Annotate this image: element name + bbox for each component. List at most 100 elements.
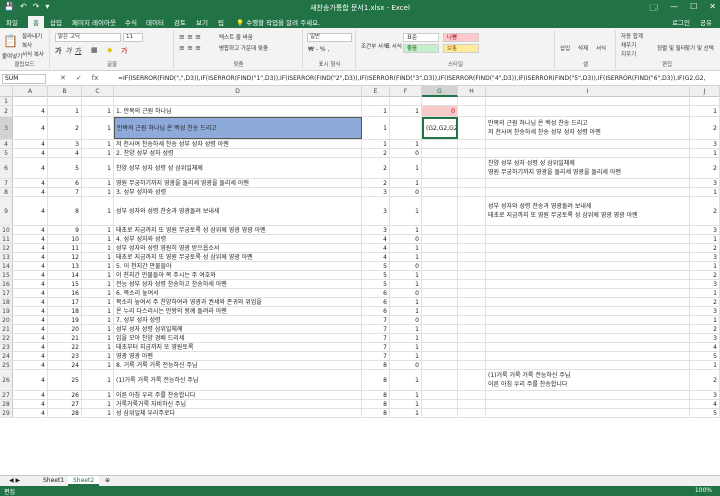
cell-d24[interactable]: 영광 영광 아멘: [114, 352, 362, 360]
cell-h22[interactable]: [458, 334, 486, 342]
cell-f29[interactable]: 1: [390, 409, 422, 417]
cell-e25[interactable]: 8: [362, 361, 390, 369]
tab-file[interactable]: 파일: [6, 17, 18, 27]
cell-f13[interactable]: 1: [390, 253, 422, 261]
ribbon-display-icon[interactable]: 🗔: [649, 2, 658, 16]
cell-h24[interactable]: [458, 352, 486, 360]
cell-d23[interactable]: 태초부터 지금까지 또 영원토록: [114, 343, 362, 351]
row-header[interactable]: 11: [0, 235, 13, 243]
cell-b5[interactable]: 4: [48, 149, 82, 157]
select-all-corner[interactable]: [0, 86, 13, 97]
cell-j13[interactable]: 3: [690, 253, 720, 261]
cell-d17[interactable]: 6. 목소리 높여서: [114, 289, 362, 297]
cell-e5[interactable]: 2: [362, 149, 390, 157]
cell-i11[interactable]: [486, 235, 690, 243]
cell-h28[interactable]: [458, 400, 486, 408]
currency-icon[interactable]: ₩ - % ,: [308, 46, 329, 53]
cell-g11[interactable]: [422, 235, 458, 243]
cell-i6[interactable]: 찬양 성부 성자 성령 성 삼위일체께 영원 무궁하기까지 영광을 돌리세 영광…: [486, 158, 690, 178]
cell-e6[interactable]: 2: [362, 158, 390, 178]
cell-f22[interactable]: 1: [390, 334, 422, 342]
cell-f2[interactable]: 1: [390, 106, 422, 116]
cell-f3[interactable]: [390, 117, 422, 139]
cell-c3[interactable]: 1: [82, 117, 114, 139]
close-button[interactable]: ✕: [709, 2, 716, 16]
row-header[interactable]: 7: [0, 179, 13, 187]
cell-i4[interactable]: [486, 140, 690, 148]
cell-e12[interactable]: 4: [362, 244, 390, 252]
cell-a12[interactable]: 4: [13, 244, 48, 252]
cell-j9[interactable]: 2: [690, 197, 720, 225]
cell-c25[interactable]: 1: [82, 361, 114, 369]
cell-d27[interactable]: 이른 아침 우리 주를 찬송합니다: [114, 391, 362, 399]
cell-i25[interactable]: [486, 361, 690, 369]
row-header[interactable]: 4: [0, 140, 13, 148]
cell-i7[interactable]: [486, 179, 690, 187]
style-neutral[interactable]: 보통: [443, 44, 479, 53]
cell-a23[interactable]: 4: [13, 343, 48, 351]
cell-e7[interactable]: 2: [362, 179, 390, 187]
cell-g1[interactable]: [422, 97, 458, 105]
cell-f16[interactable]: 1: [390, 280, 422, 288]
column-header-d[interactable]: D: [114, 86, 362, 97]
cell-h26[interactable]: [458, 370, 486, 390]
cell-d14[interactable]: 5. 이 천지간 만물들아: [114, 262, 362, 270]
border-icon[interactable]: ▦: [91, 46, 98, 54]
merge-center-button[interactable]: 병합하고 가운데 맞춤: [219, 44, 268, 52]
cell-f18[interactable]: 1: [390, 298, 422, 306]
cell-a22[interactable]: 4: [13, 334, 48, 342]
cell-a14[interactable]: 4: [13, 262, 48, 270]
cell-b20[interactable]: 19: [48, 316, 82, 324]
cell-d22[interactable]: 입을 모아 찬양 경배 드리세: [114, 334, 362, 342]
cell-b22[interactable]: 21: [48, 334, 82, 342]
tell-me-search[interactable]: 💡 수행할 작업을 알려 주세요.: [236, 17, 320, 27]
cell-e10[interactable]: 3: [362, 226, 390, 234]
cell-g2[interactable]: 0: [422, 106, 458, 116]
cell-h4[interactable]: [458, 140, 486, 148]
cell-b12[interactable]: 11: [48, 244, 82, 252]
cell-f20[interactable]: 0: [390, 316, 422, 324]
tab-tips[interactable]: 팁: [218, 17, 224, 27]
cell-c15[interactable]: 1: [82, 271, 114, 279]
cell-d28[interactable]: 거룩거룩거룩 자비하신 주님: [114, 400, 362, 408]
cell-e17[interactable]: 6: [362, 289, 390, 297]
cell-d4[interactable]: 저 천사여 찬송하세 찬송 성부 성자 성령 아멘: [114, 140, 362, 148]
cell-h16[interactable]: [458, 280, 486, 288]
cell-h10[interactable]: [458, 226, 486, 234]
cell-a3[interactable]: 4: [13, 117, 48, 139]
cell-j18[interactable]: 2: [690, 298, 720, 306]
cell-g16[interactable]: [422, 280, 458, 288]
cell-d13[interactable]: 태초로 지금까지 또 영원 무궁토록 성 삼위께 영광 아멘: [114, 253, 362, 261]
cell-h14[interactable]: [458, 262, 486, 270]
cell-a7[interactable]: 4: [13, 179, 48, 187]
worksheet-grid[interactable]: 1 2 4 1 1 1. 만복의 근원 하나님 1 1 0 1 3 4 2 1 만복의 근원 하나님 온 백…: [0, 97, 720, 475]
cell-h6[interactable]: [458, 158, 486, 178]
cell-g4[interactable]: [422, 140, 458, 148]
number-format-select[interactable]: 일반: [307, 33, 352, 42]
clear-button[interactable]: 지우기: [621, 50, 636, 58]
cell-g10[interactable]: [422, 226, 458, 234]
cell-b14[interactable]: 13: [48, 262, 82, 270]
cell-c20[interactable]: 1: [82, 316, 114, 324]
column-header-i[interactable]: I: [486, 86, 690, 97]
cell-g15[interactable]: [422, 271, 458, 279]
cell-b1[interactable]: [48, 97, 82, 105]
cell-a28[interactable]: 4: [13, 400, 48, 408]
style-normal[interactable]: 표준: [403, 33, 439, 42]
cell-d12[interactable]: 성부 성자와 성령 영원히 영광 받으옵소서: [114, 244, 362, 252]
cell-d29[interactable]: 성 삼위일체 우리주로다: [114, 409, 362, 417]
cell-h18[interactable]: [458, 298, 486, 306]
row-header[interactable]: 9: [0, 197, 13, 225]
cell-a19[interactable]: 4: [13, 307, 48, 315]
row-header[interactable]: 22: [0, 334, 13, 342]
cancel-icon[interactable]: ✕: [60, 74, 66, 82]
cell-d25[interactable]: 8. 거룩 거룩 거룩 전능하신 주님: [114, 361, 362, 369]
cell-e29[interactable]: 8: [362, 409, 390, 417]
cell-h25[interactable]: [458, 361, 486, 369]
style-bad[interactable]: 나쁨: [443, 33, 479, 42]
cell-d6[interactable]: 찬양 성부 성자 성령 성 삼위일체께: [114, 158, 362, 178]
cell-f6[interactable]: 1: [390, 158, 422, 178]
add-sheet-icon[interactable]: ⊕: [100, 476, 115, 486]
cell-i3[interactable]: 만복의 근원 하나님 온 백성 찬송 드리고 저 천사여 찬송하세 찬송 성부 …: [486, 117, 690, 139]
row-header[interactable]: 16: [0, 280, 13, 288]
